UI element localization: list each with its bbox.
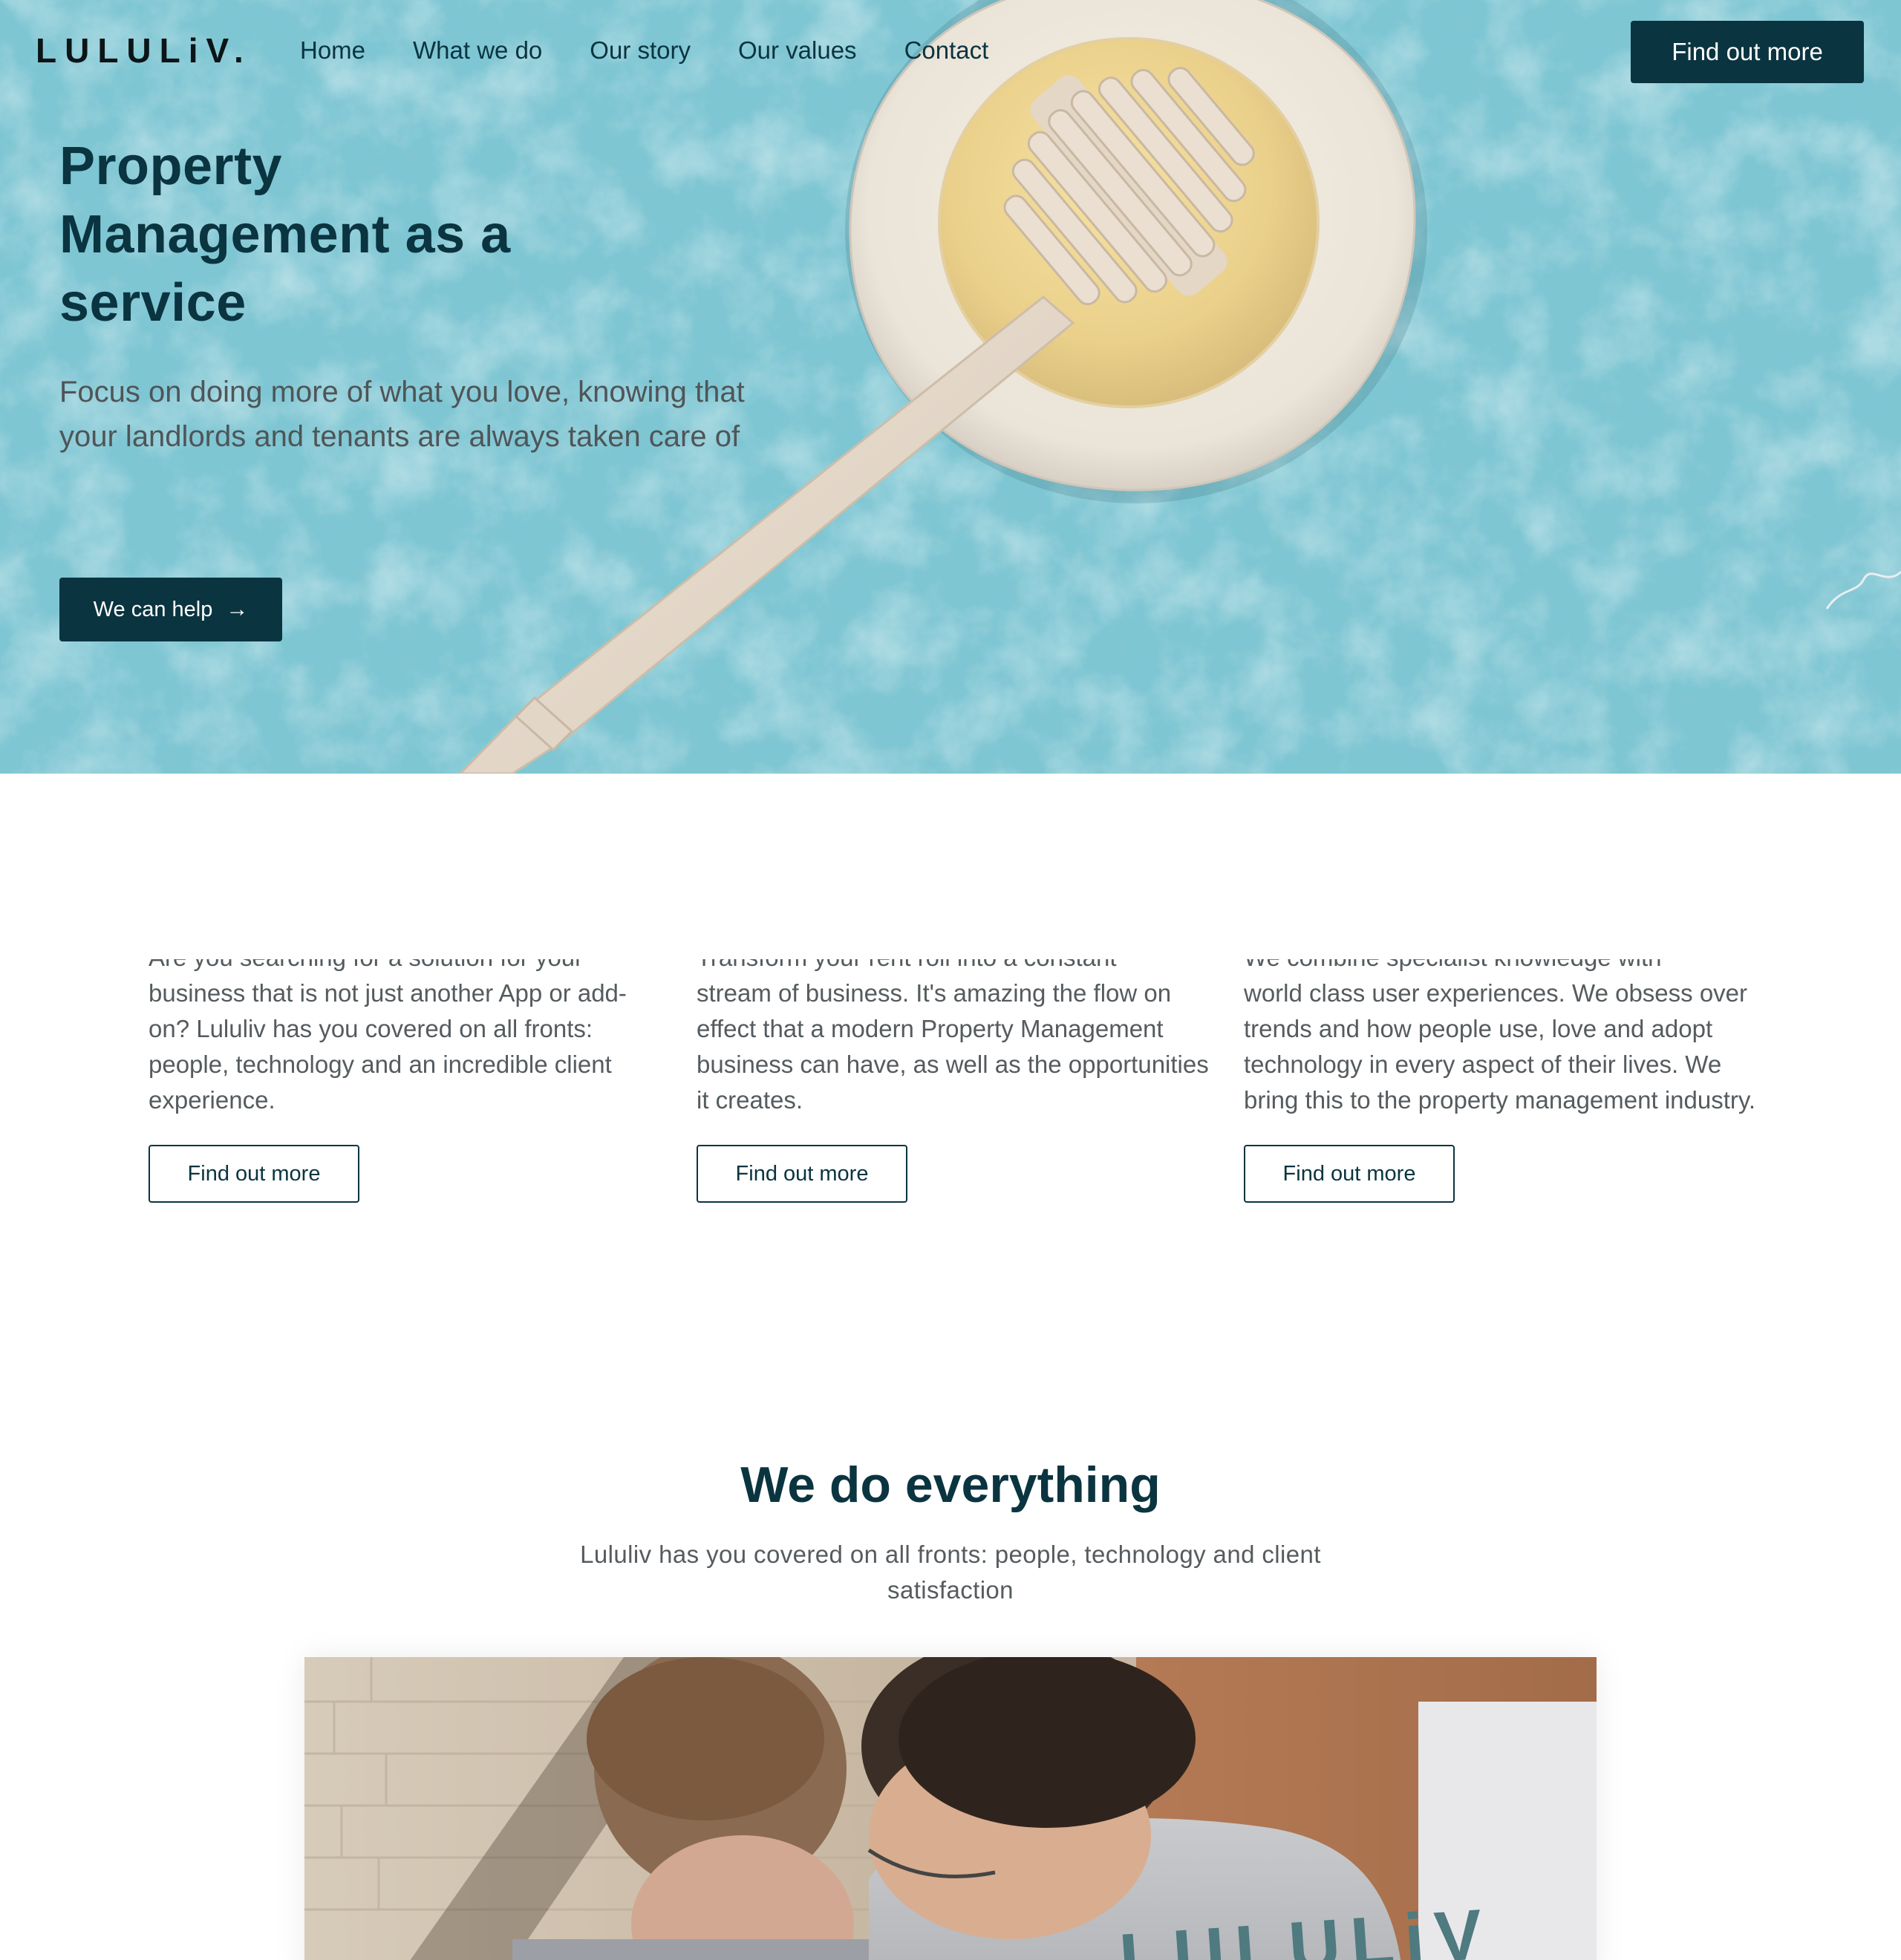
feature-text: stream of business. It's amazing the flo… xyxy=(697,979,1209,1114)
features-section: Are you searching for a solution for you… xyxy=(0,774,1901,1397)
team-photo: LULULiV xyxy=(304,1657,1597,1960)
nav-link-our-story[interactable]: Our story xyxy=(590,33,691,68)
section-subtitle: Lululiv has you covered on all fronts: p… xyxy=(580,1541,1321,1604)
hero-subtitle: Focus on doing more of what you love, kn… xyxy=(59,376,745,453)
hero-section: LULULiV. Home What we do Our story Our v… xyxy=(0,0,1901,774)
team-photo-illustration: LULULiV xyxy=(304,1657,1597,1960)
brand-logo[interactable]: LULULiV. xyxy=(36,30,252,71)
nav-link-contact[interactable]: Contact xyxy=(904,33,989,68)
feature-text: world class user experiences. We obsess … xyxy=(1244,979,1756,1114)
feature-partial-line: Transform your rent roll into a constant xyxy=(697,959,1209,976)
nav-link-home[interactable]: Home xyxy=(300,33,365,68)
nav-links: Home What we do Our story Our values Con… xyxy=(300,33,1036,68)
nav-link-our-values[interactable]: Our values xyxy=(738,33,857,68)
feature-partial-line: Are you searching for a solution for you… xyxy=(149,959,646,976)
nav-link-what-we-do[interactable]: What we do xyxy=(413,33,542,68)
feature-find-out-more-button[interactable]: Find out more xyxy=(1244,1145,1455,1203)
feature-column-rent-roll: Transform your rent roll into a constant… xyxy=(697,959,1209,1203)
hero-title: Property Management as a service xyxy=(59,137,511,333)
top-navigation: LULULiV. Home What we do Our story Our v… xyxy=(0,0,1901,102)
we-can-help-button[interactable]: We can help → xyxy=(59,578,282,641)
section-title: We do everything xyxy=(740,1457,1161,1513)
nav-find-out-more-button[interactable]: Find out more xyxy=(1631,21,1864,83)
feature-column-solution: Are you searching for a solution for you… xyxy=(149,959,646,1203)
feature-text: business that is not just another App or… xyxy=(149,979,627,1114)
feature-column-experience: We combine specialist knowledge with wor… xyxy=(1244,959,1756,1203)
feature-partial-line: We combine specialist knowledge with xyxy=(1244,959,1756,976)
feature-find-out-more-button[interactable]: Find out more xyxy=(697,1145,907,1203)
we-can-help-label: We can help xyxy=(93,597,213,621)
feature-find-out-more-button[interactable]: Find out more xyxy=(149,1145,359,1203)
arrow-right-icon: → xyxy=(226,597,249,621)
